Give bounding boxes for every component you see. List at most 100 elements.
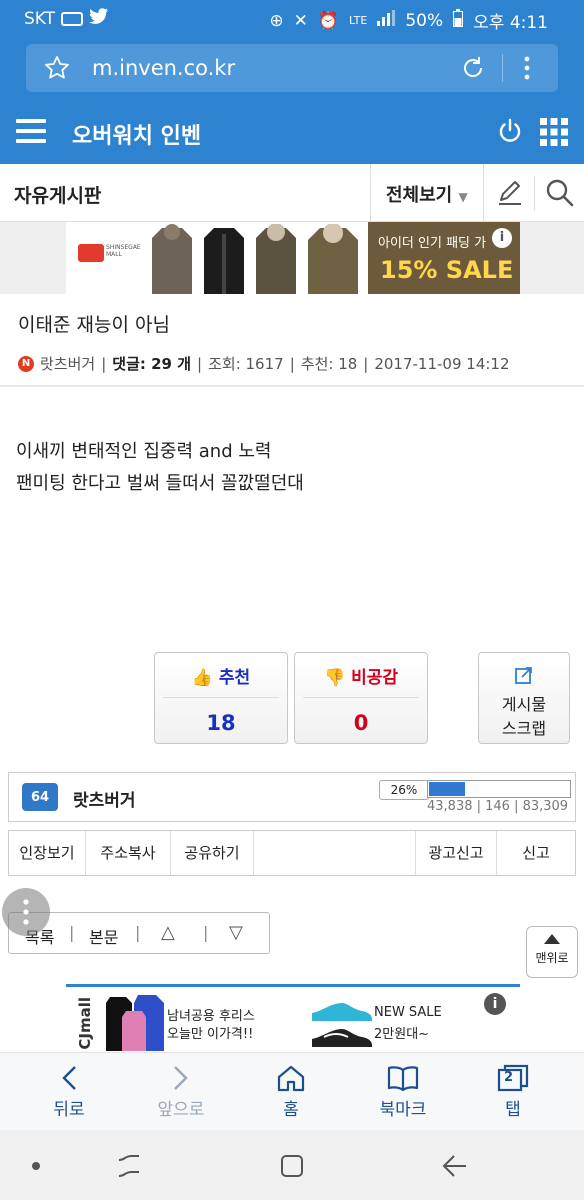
exp-progress-bar (427, 780, 571, 798)
view-all-dropdown[interactable]: 전체보기 ▼ (370, 164, 484, 222)
body-button[interactable]: 본문 (89, 924, 118, 948)
ad-sale-text: 15% SALE (380, 256, 514, 284)
board-divider (534, 176, 535, 210)
site-header: 오버워치 인벤 (0, 100, 584, 164)
battery-icon (453, 9, 464, 32)
post-title: 이태준 재능이 아님 (18, 314, 170, 336)
exp-percent: 26% (379, 780, 429, 800)
level-number: 64 (30, 790, 50, 805)
post-recommends: 추천: 18 (300, 355, 358, 373)
twitter-icon (89, 8, 109, 29)
prev-post-button[interactable]: △ (161, 922, 175, 943)
report-ad-button[interactable]: 광고신고 (416, 831, 496, 875)
nav-separator: | (135, 923, 141, 942)
signal-icon (377, 10, 396, 31)
hamburger-menu-icon[interactable] (16, 118, 46, 148)
vote-separator (303, 697, 419, 698)
board-name[interactable]: 자유게시판 (14, 181, 101, 208)
report-button[interactable]: 신고 (497, 831, 575, 875)
chevron-right-icon (136, 1061, 226, 1095)
meta-separator: | (101, 354, 107, 373)
copy-address-button[interactable]: 주소복사 (86, 831, 170, 875)
browser-bottom-nav: 뒤로 앞으로 홈 북마크 2 탭 (0, 1052, 584, 1130)
ad-banner-bottom[interactable]: CJmall 남녀공용 후리스 오늘만 이가격!! NEW SALE 2만원대~… (66, 984, 520, 1052)
recommend-label: 추천 (218, 668, 251, 688)
ad-banner-top[interactable]: SHINSEGAE MALL 아이더 인기 패딩 가 15% SALE i (66, 222, 520, 294)
post-views: 조회: 1617 (208, 355, 284, 373)
jacket-image-4 (300, 223, 366, 294)
forward-button[interactable]: 앞으로 (136, 1061, 226, 1120)
book-icon (358, 1061, 448, 1095)
level-prefix: LV (35, 775, 45, 783)
jacket-image-2 (196, 224, 252, 294)
post-date: 2017-11-09 14:12 (374, 354, 510, 373)
ad-bottom-line-1: 남녀공용 후리스 (167, 1009, 255, 1024)
post-author[interactable]: 랏츠버거 (40, 353, 95, 374)
carrier-label: SKT (24, 8, 56, 29)
more-menu-icon[interactable] (524, 56, 530, 84)
home-system-icon[interactable] (280, 1154, 304, 1182)
dot-indicator-icon (32, 1162, 40, 1170)
new-badge-icon: N (18, 355, 34, 372)
post-body-line-2: 팬미팅 한다고 벌써 들떠서 꼴깞떨던대 (16, 473, 304, 494)
thumbs-up-icon: 👍 (191, 668, 213, 688)
sneaker-image (310, 991, 374, 1051)
stamp-button[interactable]: 인장보기 (9, 831, 85, 875)
author-name[interactable]: 랏츠버거 (73, 786, 136, 811)
power-icon[interactable] (496, 117, 524, 149)
share-button[interactable]: 공유하기 (171, 831, 253, 875)
floating-menu-button[interactable] (2, 888, 50, 936)
cjmall-logo: CJmall (76, 997, 94, 1050)
post-comments: 댓글: 29 개 (112, 353, 191, 374)
site-title[interactable]: 오버워치 인벤 (72, 118, 201, 150)
dislike-label: 비공감 (351, 668, 398, 688)
meta-separator: | (289, 354, 295, 373)
comments-count: 29 (151, 355, 172, 373)
home-icon (246, 1061, 336, 1095)
reload-icon[interactable] (460, 55, 486, 85)
post-divider (0, 385, 584, 387)
write-icon[interactable] (496, 179, 524, 211)
post-action-bar: 인장보기 주소복사 공유하기 광고신고 신고 (8, 830, 576, 876)
scrap-button[interactable]: 게시물 스크랩 (478, 652, 570, 744)
recommend-button[interactable]: 👍 추천 18 (154, 652, 288, 744)
ad-banner-top-container: SHINSEGAE MALL 아이더 인기 패딩 가 15% SALE i (0, 222, 584, 294)
dislike-button[interactable]: 👎 비공감 0 (294, 652, 428, 744)
next-post-button[interactable]: ▽ (229, 922, 243, 943)
grid-menu-icon[interactable] (540, 118, 568, 150)
system-nav-bar (0, 1130, 584, 1200)
network-label: LTE (349, 14, 368, 27)
browser-toolbar: m.inven.co.kr (0, 36, 584, 100)
dislike-label-row: 👎 비공감 (295, 663, 427, 688)
caret-up-icon (527, 933, 577, 947)
ad-info-icon[interactable]: i (484, 993, 506, 1015)
thumbs-down-icon: 👎 (323, 668, 346, 688)
back-label: 뒤로 (53, 1100, 85, 1120)
tabs-label: 탭 (505, 1100, 521, 1120)
ad-info-icon[interactable]: i (492, 228, 512, 248)
scroll-top-button[interactable]: 맨위로 (526, 926, 578, 978)
tabs-button[interactable]: 2 탭 (468, 1061, 558, 1120)
star-icon[interactable] (44, 55, 70, 85)
ad-bottom-line-2: 오늘만 이가격!! (167, 1027, 254, 1042)
back-system-icon[interactable] (442, 1154, 468, 1182)
post-body-line-1: 이새끼 변태적인 집중력 and 노력 (16, 441, 272, 462)
clock-label: 오후 4:11 (473, 13, 548, 33)
board-bar: 자유게시판 전체보기 ▼ (0, 164, 584, 222)
meta-separator: | (363, 354, 369, 373)
home-button[interactable]: 홈 (246, 1061, 336, 1120)
jacket-image-1 (144, 224, 200, 294)
url-bar[interactable]: m.inven.co.kr (26, 44, 558, 92)
back-button[interactable]: 뒤로 (24, 1061, 114, 1120)
ad-bottom-line-3: NEW SALE (374, 1005, 442, 1020)
bookmark-button[interactable]: 북마크 (358, 1061, 448, 1120)
search-icon[interactable] (546, 179, 574, 211)
recents-icon[interactable] (116, 1154, 142, 1182)
author-info-bar: LV 64 랏츠버거 26% 43,838 | 146 | 83,309 (8, 772, 576, 822)
url-text[interactable]: m.inven.co.kr (92, 56, 235, 80)
recommend-label-row: 👍 추천 (155, 663, 287, 688)
dislike-count: 0 (353, 711, 369, 735)
shinsegae-logo (78, 244, 104, 262)
data-saver-icon: ⊕ (269, 10, 284, 31)
post-meta: N 랏츠버거 | 댓글: 29 개 | 조회: 1617 | 추천: 18 | … (18, 353, 510, 374)
